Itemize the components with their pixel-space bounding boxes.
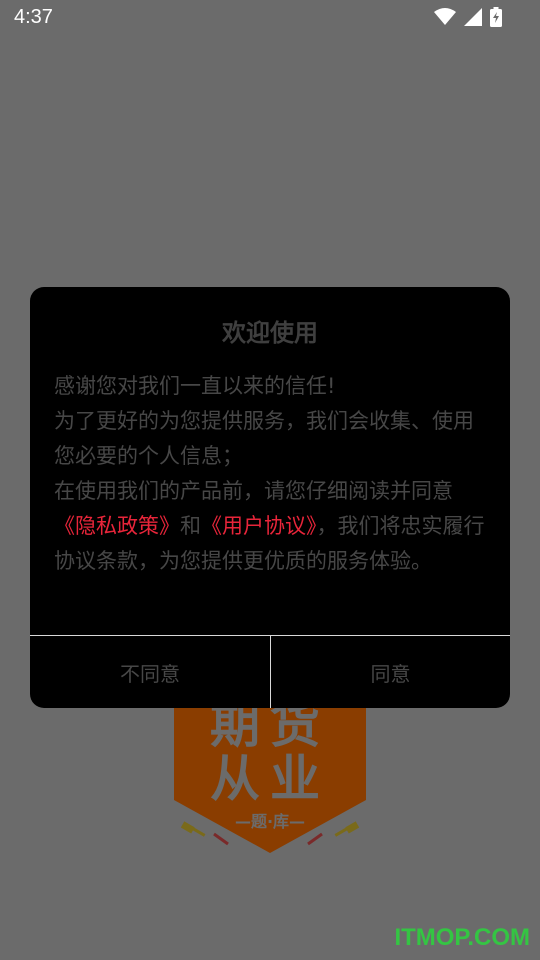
body-text: 和 [180,514,201,538]
user-agreement-link[interactable]: 《用户协议》 [201,514,317,538]
privacy-policy-link[interactable]: 《隐私政策》 [54,514,180,538]
body-line-2: 为了更好的为您提供服务，我们会收集、使用您必要的个人信息； [54,409,474,468]
dialog-body: 感谢您对我们一直以来的信任! 为了更好的为您提供服务，我们会收集、使用您必要的个… [54,369,490,579]
wifi-icon [434,8,456,26]
hammer-icon [180,820,210,850]
status-bar: 4:37 [0,0,540,36]
decline-button[interactable]: 不同意 [30,636,270,708]
dialog-title: 欢迎使用 [222,319,318,347]
wrench-icon [304,832,324,852]
battery-charging-icon [490,7,502,27]
accept-button[interactable]: 同意 [271,636,510,708]
wrench-icon [212,832,232,852]
status-icons [434,7,502,27]
body-line-3: 在使用我们的产品前，请您仔细阅读并同意《隐私政策》和《用户协议》，我们将忠实履行… [54,474,490,579]
privacy-consent-dialog: 欢迎使用 感谢您对我们一直以来的信任! 为了更好的为您提供服务，我们会收集、使用… [30,287,510,708]
body-line-1: 感谢您对我们一直以来的信任! [54,374,336,398]
cellular-signal-icon [464,8,482,26]
body-text: 在使用我们的产品前，请您仔细阅读并同意 [54,479,453,503]
hammer-icon [330,820,360,850]
status-time: 4:37 [14,6,53,28]
logo-line-2: 从业 [210,750,330,808]
watermark: ITMOP.COM [394,924,530,951]
